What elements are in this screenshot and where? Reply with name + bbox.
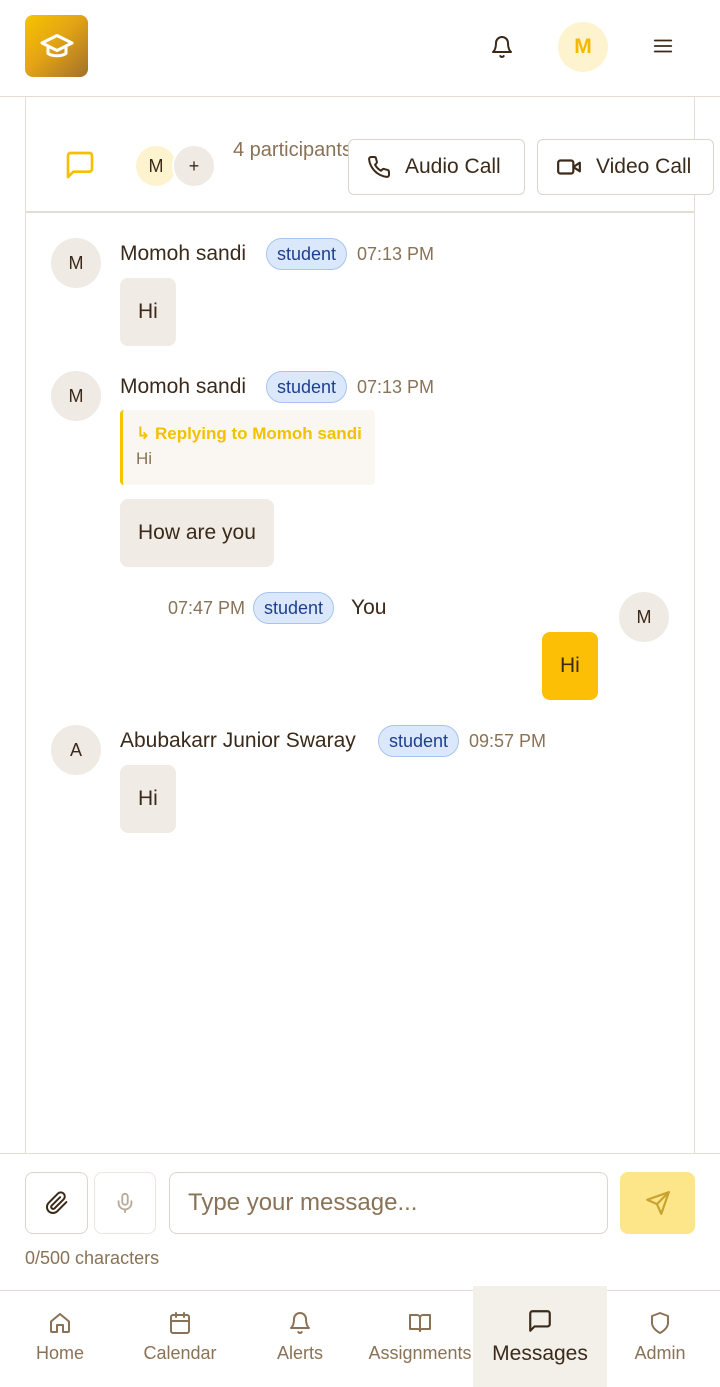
nav-admin-label: Admin: [634, 1343, 686, 1363]
message-bubble[interactable]: Hi: [120, 765, 176, 833]
home-icon: [50, 1313, 70, 1333]
message-icon: [529, 1310, 551, 1332]
own-message-bubble[interactable]: Hi: [542, 632, 598, 700]
sender-name: Abubakarr Junior Swaray: [120, 729, 356, 752]
character-counter: 0/500 characters: [25, 1248, 160, 1268]
message-time: 09:57 PM: [469, 731, 547, 751]
nav-alerts-label: Alerts: [276, 1343, 323, 1363]
message-time: 07:47 PM: [168, 598, 246, 618]
bell-icon: [492, 36, 512, 58]
video-camera-icon: [557, 159, 581, 175]
chat-header: M + 4 participants Audio Call Video Call: [26, 97, 714, 213]
nav-alerts[interactable]: Alerts: [240, 1291, 360, 1387]
send-icon: [645, 1191, 670, 1215]
sender-avatar: M: [51, 238, 101, 288]
notifications-button[interactable]: [482, 27, 522, 67]
more-participants-badge[interactable]: +: [172, 144, 216, 188]
reply-title: ↳ Replying to Momoh sandi: [136, 424, 362, 443]
nav-calendar[interactable]: Calendar: [120, 1291, 240, 1387]
sender-avatar: M: [51, 371, 101, 421]
reply-text: Hi: [136, 449, 153, 468]
audio-call-button[interactable]: Audio Call: [348, 139, 525, 195]
message-time: 07:13 PM: [357, 244, 435, 264]
hamburger-menu-icon: [653, 39, 673, 53]
calendar-icon: [170, 1312, 190, 1334]
phone-icon: [368, 155, 391, 178]
nav-messages[interactable]: Messages: [473, 1286, 607, 1387]
nav-messages-label: Messages: [492, 1342, 588, 1365]
app-logo[interactable]: [25, 15, 88, 77]
sender-name: You: [351, 596, 387, 619]
role-badge: student: [266, 371, 348, 403]
message-time: 07:13 PM: [357, 377, 435, 397]
top-bar: M: [0, 0, 720, 97]
message-input[interactable]: [169, 1172, 608, 1234]
user-avatar[interactable]: M: [558, 22, 608, 72]
sender-name: Momoh sandi: [120, 242, 247, 265]
participants-count: 4 participants: [233, 139, 352, 161]
shield-icon: [651, 1312, 669, 1334]
attach-button[interactable]: [25, 1172, 88, 1234]
message-composer: 0/500 characters: [0, 1153, 720, 1290]
sender-avatar: A: [51, 725, 101, 775]
microphone-icon: [117, 1192, 133, 1214]
role-badge: student: [266, 238, 348, 270]
bell-icon: [290, 1312, 310, 1334]
nav-assignments[interactable]: Assignments: [360, 1291, 480, 1387]
nav-calendar-label: Calendar: [143, 1343, 217, 1363]
paperclip-icon: [45, 1191, 67, 1214]
audio-call-label: Audio Call: [405, 155, 501, 178]
menu-button[interactable]: [645, 28, 681, 64]
sender-name: Momoh sandi: [120, 375, 247, 398]
chat-icon: [64, 149, 96, 186]
nav-home[interactable]: Home: [0, 1291, 120, 1387]
video-call-label: Video Call: [596, 155, 692, 178]
graduation-cap-icon: [40, 34, 73, 58]
nav-home-label: Home: [35, 1343, 84, 1363]
video-call-button[interactable]: Video Call: [537, 139, 714, 195]
nav-admin[interactable]: Admin: [600, 1291, 720, 1387]
bottom-navigation: Home Calendar Alerts Assignments Message…: [0, 1286, 720, 1387]
message-bubble[interactable]: How are you: [120, 499, 274, 567]
nav-assignments-label: Assignments: [368, 1343, 472, 1363]
book-icon: [409, 1314, 431, 1332]
voice-record-button[interactable]: [94, 1172, 156, 1234]
send-button[interactable]: [620, 1172, 695, 1234]
own-avatar: M: [619, 592, 669, 642]
message-bubble[interactable]: Hi: [120, 278, 176, 346]
reply-quote[interactable]: ↳ Replying to Momoh sandi Hi: [120, 410, 375, 485]
role-badge: student: [253, 592, 335, 624]
role-badge: student: [378, 725, 460, 757]
